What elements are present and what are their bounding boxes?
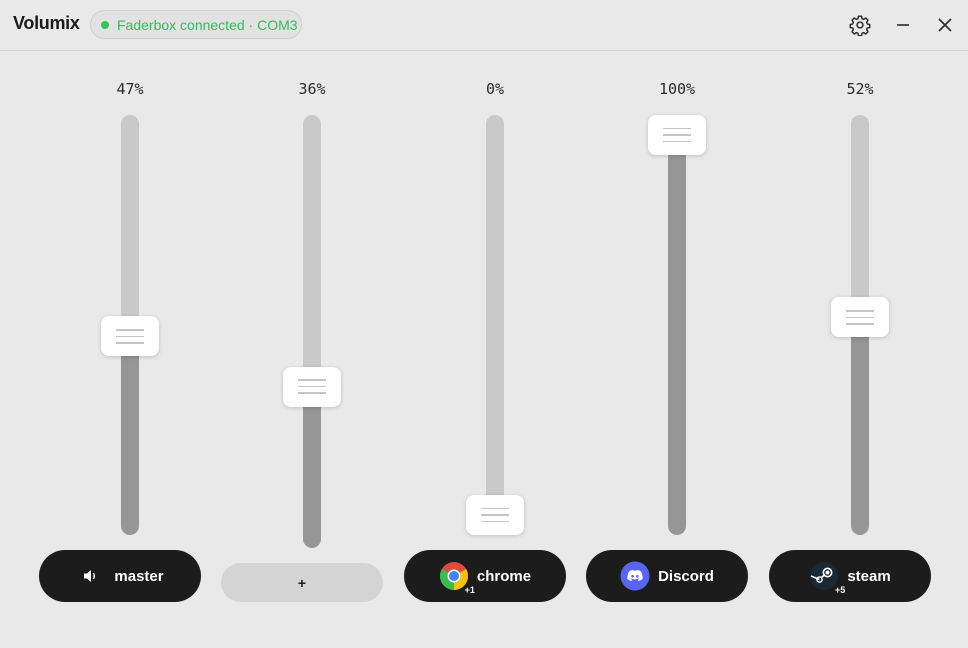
volume-track[interactable] xyxy=(668,115,686,535)
discord-icon xyxy=(620,561,650,591)
volume-track-fill xyxy=(303,386,321,548)
connection-status-text: Faderbox connected · COM3 xyxy=(117,16,298,33)
volume-fader-knob[interactable] xyxy=(831,297,889,338)
status-dot-icon xyxy=(101,20,109,29)
channel-discord: 100% Discord xyxy=(586,52,768,612)
add-app-label: + xyxy=(297,574,307,591)
channel-button-master[interactable]: master xyxy=(39,550,201,602)
channel-label: steam xyxy=(847,567,891,585)
volume-percent: 0% xyxy=(485,80,505,98)
close-icon xyxy=(938,18,952,32)
volume-percent: 100% xyxy=(658,80,696,98)
app-title: Volumix xyxy=(13,13,80,33)
app-count-badge: +5 xyxy=(835,585,846,595)
gear-icon xyxy=(849,15,871,36)
channel-chrome: 0% +1 chrome xyxy=(404,52,586,612)
chrome-icon: +1 xyxy=(439,561,475,595)
volume-track[interactable] xyxy=(303,115,321,548)
channel-button-chrome[interactable]: +1 chrome xyxy=(404,550,566,602)
close-button[interactable] xyxy=(932,12,958,38)
minimize-button[interactable] xyxy=(890,12,916,38)
volume-percent: 52% xyxy=(846,80,874,98)
channel-button-discord[interactable]: Discord xyxy=(586,550,748,602)
volume-fader-knob[interactable] xyxy=(648,115,706,155)
volume-track[interactable] xyxy=(486,115,504,535)
title-bar: Volumix Faderbox connected · COM3 xyxy=(0,0,968,51)
volume-track-fill xyxy=(851,317,869,535)
channel-master: 47% master xyxy=(39,52,221,612)
volume-fader-knob[interactable] xyxy=(101,316,159,357)
volume-track-fill xyxy=(121,336,139,535)
speaker-icon xyxy=(76,561,106,591)
volume-fader-knob[interactable] xyxy=(283,366,341,407)
app-count-badge: +1 xyxy=(464,585,475,595)
settings-button[interactable] xyxy=(847,12,873,38)
steam-icon: +5 xyxy=(809,561,845,595)
add-app-button[interactable]: + xyxy=(221,563,383,602)
channel-label: chrome xyxy=(476,567,532,585)
channel-label: master xyxy=(114,567,164,585)
volume-percent: 36% xyxy=(298,80,326,98)
channel-add: 36% + xyxy=(221,52,403,612)
channel-label: Discord xyxy=(658,567,714,585)
minimize-icon xyxy=(897,24,909,26)
channel-steam: 52% +5 steam xyxy=(769,52,951,612)
volume-track-fill xyxy=(668,135,686,535)
volume-percent: 47% xyxy=(116,80,144,98)
connection-status-pill: Faderbox connected · COM3 xyxy=(90,10,302,39)
channel-button-steam[interactable]: +5 steam xyxy=(769,550,931,602)
volume-fader-knob[interactable] xyxy=(466,495,524,535)
